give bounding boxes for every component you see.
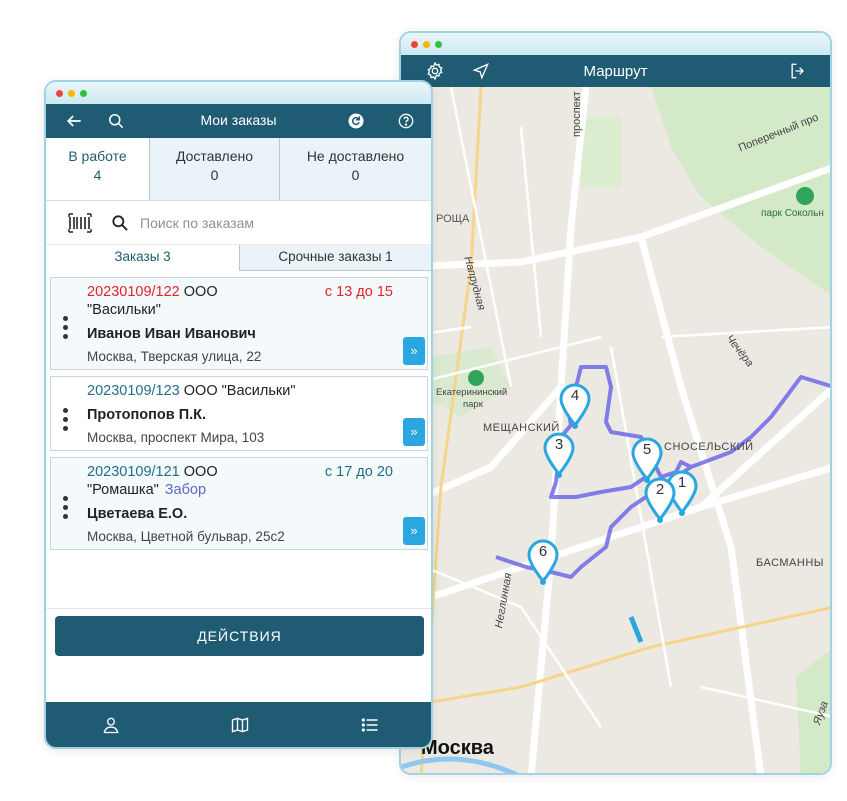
- help-icon[interactable]: [396, 111, 416, 131]
- list-icon[interactable]: [360, 715, 380, 735]
- minimize-dot[interactable]: [423, 40, 430, 48]
- label-basmanny: БАСМАННЫ: [756, 557, 825, 569]
- order-card[interactable]: 20230109/122 ООО с 13 до 15 "Васильки" И…: [50, 277, 428, 370]
- park-tree-icon-2: [468, 370, 484, 386]
- more-options-icon[interactable]: [63, 496, 69, 523]
- orders-title: Мои заказы: [200, 112, 277, 128]
- pin-number: 4: [570, 387, 580, 404]
- tab-orders[interactable]: Заказы 3: [46, 245, 239, 271]
- order-card[interactable]: 20230109/123 ООО "Васильки" Протопопов П…: [50, 376, 428, 451]
- order-address: Москва, Цветной бульвар, 25с2: [87, 529, 285, 544]
- park-tree-icon: [796, 187, 814, 205]
- order-time-window: с 13 до 15: [324, 284, 393, 300]
- pin-number: 3: [554, 436, 564, 453]
- order-org: ООО: [183, 284, 218, 300]
- order-card[interactable]: 20230109/121 ООО с 17 до 20 "Ромашка" Заб…: [50, 457, 428, 550]
- expand-chevron-icon[interactable]: »: [403, 337, 425, 365]
- orders-window-titlebar: [46, 82, 431, 104]
- pin-number: 6: [538, 543, 548, 560]
- expand-chevron-icon[interactable]: »: [403, 517, 425, 545]
- logout-icon[interactable]: [788, 61, 808, 81]
- tab-label: Не доставлено: [306, 148, 405, 164]
- search-icon: [112, 214, 128, 231]
- order-number: 20230109/122: [87, 284, 180, 300]
- profile-icon[interactable]: [101, 715, 121, 735]
- map-window: Маршрут проспект Поперечный про парк Сок…: [399, 31, 832, 775]
- order-org-name: "Ромашка": [87, 482, 159, 498]
- close-dot[interactable]: [411, 40, 418, 48]
- tab-label: В работе: [68, 148, 127, 164]
- label-roscha: РОЩА: [436, 213, 470, 225]
- route-pin-2[interactable]: 2: [643, 477, 677, 523]
- map-header: Маршрут: [401, 55, 830, 87]
- actions-button[interactable]: ДЕЙСТВИЯ: [55, 616, 424, 656]
- pin-number: 2: [655, 481, 665, 498]
- pickup-badge: Забор: [164, 482, 207, 498]
- more-options-icon[interactable]: [63, 316, 69, 343]
- barcode-scan-icon[interactable]: [68, 212, 92, 233]
- tab-count: 4: [93, 167, 102, 183]
- map-title: Маршрут: [583, 62, 648, 80]
- pin-number: 5: [642, 441, 652, 458]
- order-org-name: "Васильки": [87, 302, 161, 318]
- order-address: Москва, проспект Мира, 103: [87, 430, 265, 445]
- label-ekaterininsky: Екатерининский: [436, 387, 508, 398]
- label-park-sokolniki: парк Сокольн: [761, 208, 824, 219]
- bottom-nav: [46, 702, 431, 747]
- order-address: Москва, Тверская улица, 22: [87, 349, 262, 364]
- order-time-window: с 17 до 20: [324, 464, 393, 480]
- order-recipient: Цветаева Е.О.: [87, 506, 188, 522]
- tab-count: 0: [210, 167, 219, 183]
- tab-not-delivered[interactable]: Не доставлено 0: [279, 138, 431, 200]
- map-window-titlebar: [401, 33, 830, 55]
- label-park: парк: [463, 399, 483, 410]
- refresh-icon[interactable]: [346, 111, 366, 131]
- search-row: Поиск по заказам: [46, 201, 431, 245]
- expand-chevron-icon[interactable]: »: [403, 418, 425, 446]
- more-options-icon[interactable]: [63, 407, 69, 435]
- map-icon[interactable]: [230, 715, 250, 735]
- map-base-layer: [401, 87, 830, 773]
- route-pin-4[interactable]: 4: [558, 383, 592, 429]
- label-prospect: проспект: [571, 91, 583, 137]
- tab-in-progress[interactable]: В работе 4: [46, 138, 149, 200]
- tab-urgent-orders[interactable]: Срочные заказы 1: [239, 245, 431, 271]
- order-recipient: Протопопов П.К.: [87, 407, 207, 423]
- order-recipient: Иванов Иван Иванович: [87, 326, 256, 342]
- order-org: ООО "Васильки": [183, 383, 296, 399]
- order-number: 20230109/123: [87, 383, 180, 399]
- minimize-dot[interactable]: [68, 89, 75, 97]
- order-org: ООО: [183, 464, 218, 480]
- order-sub-tabs: Заказы 3 Срочные заказы 1: [46, 245, 431, 271]
- route-pin-6[interactable]: 6: [526, 539, 560, 585]
- divider: [46, 608, 431, 609]
- tab-delivered[interactable]: Доставлено 0: [149, 138, 279, 200]
- maximize-dot[interactable]: [80, 89, 87, 97]
- search-input[interactable]: Поиск по заказам: [140, 215, 254, 231]
- status-tabs: В работе 4 Доставлено 0 Не доставлено 0: [46, 138, 431, 201]
- order-number: 20230109/121: [87, 464, 180, 480]
- orders-window: Мои заказы В работе 4 Доставлено 0 Не до…: [44, 80, 433, 749]
- maximize-dot[interactable]: [435, 40, 442, 48]
- label-krasnoselsky: СНОСЕЛЬСКИЙ: [664, 441, 754, 453]
- orders-header: Мои заказы: [46, 104, 431, 138]
- tab-label: Доставлено: [175, 148, 254, 164]
- map-canvas[interactable]: проспект Поперечный про парк Сокольн РОЩ…: [401, 87, 830, 773]
- route-pin-3[interactable]: 3: [542, 432, 576, 478]
- close-dot[interactable]: [56, 89, 63, 97]
- tab-count: 0: [351, 167, 360, 183]
